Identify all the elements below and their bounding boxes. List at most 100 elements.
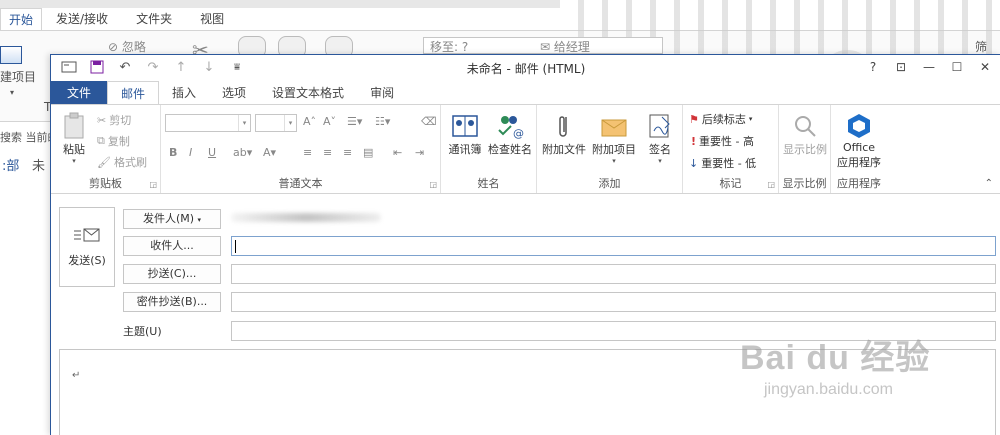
justify-icon[interactable]: ▤ [363,146,373,159]
attach-file-label: 附加文件 [542,143,586,156]
address-book-button[interactable]: 通讯簿 [445,111,485,157]
save-icon[interactable] [89,59,105,75]
bullets-icon[interactable]: ☰▾ [347,115,362,128]
bg-move-to[interactable]: 移至: ? [430,38,468,55]
office-apps-label-line1: Office [842,141,876,154]
send-icon [74,228,100,242]
bg-tab-home[interactable]: 开始 [0,8,43,30]
ribbon-display-options-button[interactable]: ⊡ [891,58,911,76]
low-importance-button[interactable]: ↓ 重要性 - 低 [689,155,756,171]
collapse-ribbon-icon[interactable]: ⌃ [985,178,993,189]
tab-format-text[interactable]: 设置文本格式 [259,81,357,105]
bg-ignore-button[interactable]: ⊘ 忽略 [108,38,146,55]
bold-icon[interactable]: B [169,146,177,159]
bg-unread-label[interactable]: 未 [32,155,45,174]
bg-tab-folder[interactable]: 文件夹 [122,8,186,30]
check-names-label: 检查姓名 [488,143,532,156]
underline-icon[interactable]: U [208,146,216,159]
bg-to-manager[interactable]: ✉ 给经理 [540,38,590,55]
bg-folder-label[interactable]: :部 [2,155,19,174]
bcc-field[interactable] [231,292,996,312]
tab-file[interactable]: 文件 [51,81,107,105]
minimize-button[interactable]: — [919,58,939,76]
shrink-font-icon[interactable]: A˅ [323,115,336,128]
cc-field[interactable] [231,264,996,284]
paperclip-icon [549,111,579,141]
help-button[interactable]: ? [863,58,883,76]
to-field[interactable] [231,236,996,256]
follow-up-button[interactable]: ⚑ 后续标志 ▾ [689,111,752,127]
decrease-indent-icon[interactable]: ⇤ [393,146,402,159]
attach-item-icon [599,111,629,141]
font-color-icon[interactable]: A▾ [263,146,276,159]
title-bar: ↶ ↷ ↑ ↓ ⩸ 未命名 - 邮件 (HTML) ? ⊡ — ☐ ✕ [51,55,1000,81]
cc-button[interactable]: 抄送(C)... [123,264,221,284]
highlight-icon[interactable]: ab▾ [233,146,252,159]
redo-icon[interactable]: ↷ [145,59,161,75]
dialog-launcher-icon[interactable]: ◲ [149,180,157,189]
tab-insert[interactable]: 插入 [159,81,209,105]
grow-font-icon[interactable]: A˄ [303,115,316,128]
font-name-combo[interactable]: ▾ [165,114,251,132]
zoom-button[interactable]: 显示比例 [782,111,828,157]
tags-group: ⚑ 后续标志 ▾ ! 重要性 - 高 ↓ 重要性 - 低 标记 ◲ [683,105,779,193]
align-right-icon[interactable]: ≡ [343,146,352,159]
attach-file-button[interactable]: 附加文件 [541,111,587,157]
numbering-icon[interactable]: ☷▾ [375,115,390,128]
maximize-button[interactable]: ☐ [947,58,967,76]
copy-icon: ⧉ [97,134,105,147]
next-item-icon[interactable]: ↓ [201,59,217,75]
paste-button[interactable]: 粘贴 ▾ [59,111,89,165]
basic-text-group: ▾ ▾ A˄ A˅ ☰▾ ☷▾ ⌫ B I U ab▾ A▾ ≡ ≡ ≡ ▤ ⇤… [161,105,441,193]
background-ribbon-tabs: 开始 发送/接收 文件夹 视图 [0,8,238,30]
watermark-main: Bai du 经验 [740,339,931,377]
chevron-down-icon: ▾ [284,115,296,131]
signature-button[interactable]: 签名 ▾ [643,111,677,165]
dialog-launcher-icon[interactable]: ◲ [767,180,775,189]
paste-icon [59,111,89,141]
chevron-down-icon: ▾ [238,115,250,131]
align-center-icon[interactable]: ≡ [323,146,332,159]
bg-new-item-label[interactable]: 建项目 [0,68,36,85]
send-label: 发送(S) [68,254,106,267]
increase-indent-icon[interactable]: ⇥ [415,146,424,159]
names-group-label: 姓名 [477,177,500,190]
send-button[interactable]: 发送(S) [59,207,115,287]
close-button[interactable]: ✕ [975,58,995,76]
tab-review[interactable]: 审阅 [357,81,407,105]
bg-filter-label[interactable]: 筛 [975,38,987,55]
to-button[interactable]: 收件人... [123,236,221,256]
address-book-label: 通讯簿 [448,143,482,156]
exclamation-icon: ! [691,134,697,148]
bg-tab-send-receive[interactable]: 发送/接收 [42,8,122,30]
apps-group-label: 应用程序 [837,177,881,190]
watermark-url: jingyan.baidu.com [764,381,893,398]
bg-tab-view[interactable]: 视图 [186,8,238,30]
signature-icon [645,111,675,141]
undo-icon[interactable]: ↶ [117,59,133,75]
attach-item-button[interactable]: 附加项目 ▾ [591,111,637,165]
font-size-combo[interactable]: ▾ [255,114,297,132]
bcc-button[interactable]: 密件抄送(B)... [123,292,221,312]
chevron-down-icon: ▾ [10,88,15,97]
chevron-down-icon: ▾ [658,157,662,165]
down-arrow-icon: ↓ [689,156,699,170]
new-item-icon[interactable] [0,46,22,64]
window-controls: ? ⊡ — ☐ ✕ [863,58,995,76]
copy-button[interactable]: ⧉ 复制 [97,133,130,149]
format-painter-button[interactable]: 🖌 格式刷 [97,154,147,170]
clear-formatting-icon[interactable]: ⌫ [421,115,437,128]
align-left-icon[interactable]: ≡ [303,146,312,159]
high-importance-button[interactable]: ! 重要性 - 高 [691,133,754,149]
tab-options[interactable]: 选项 [209,81,259,105]
tab-message[interactable]: 邮件 [107,81,160,105]
dialog-launcher-icon[interactable]: ◲ [429,180,437,189]
italic-icon[interactable]: I [189,146,192,159]
customize-qat-icon[interactable]: ⩸ [229,59,245,75]
previous-item-icon[interactable]: ↑ [173,59,189,75]
check-names-button[interactable]: @ 检查姓名 [487,111,533,157]
cut-button[interactable]: ✂ 剪切 [97,112,131,128]
magnifier-icon [790,111,820,141]
office-apps-button[interactable]: Office 应用程序 [835,111,883,170]
from-button[interactable]: 发件人(M) ▾ [123,209,221,229]
